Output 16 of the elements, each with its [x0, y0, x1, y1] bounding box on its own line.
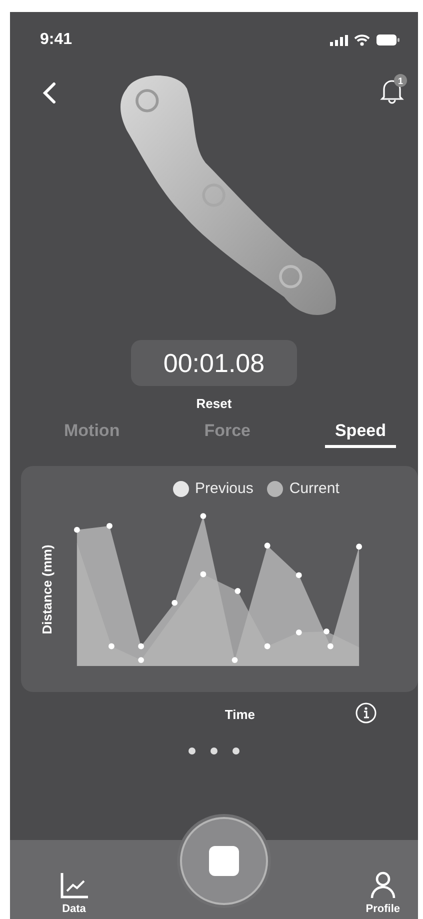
battery-icon	[376, 34, 400, 46]
x-axis-label: Time	[224, 707, 255, 722]
legend-label: Previous	[195, 480, 254, 497]
tab[interactable]: Speed	[324, 421, 396, 448]
profile-tab[interactable]: Profile	[366, 871, 400, 915]
status-time: 9:41	[40, 31, 72, 49]
data-tab[interactable]: Data	[60, 873, 88, 915]
y-axis-label: Distance (mm)	[40, 544, 54, 634]
signal-icon	[330, 34, 348, 46]
timer-display: 00:01.08	[131, 340, 297, 386]
wifi-icon	[354, 34, 370, 46]
page-dots-icon	[188, 747, 240, 755]
reset-button[interactable]: Reset	[196, 396, 232, 411]
stop-record-button[interactable]	[180, 817, 268, 905]
notification-badge: 1	[394, 74, 407, 87]
legend-label: Current	[289, 480, 340, 497]
